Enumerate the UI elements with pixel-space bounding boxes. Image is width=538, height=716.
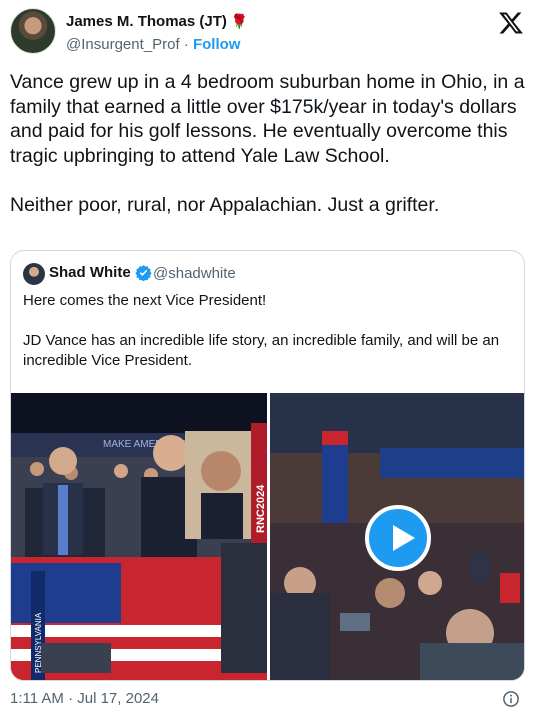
author-name[interactable]: James M. Thomas (JT) bbox=[66, 13, 227, 30]
quoted-tweet[interactable]: Shad White @shadwhite Here comes the nex… bbox=[10, 250, 525, 681]
tweet-timestamp[interactable]: 1:11 AM · Jul 17, 2024 bbox=[10, 690, 159, 707]
author-handle-row: @Insurgent_Prof · Follow bbox=[66, 36, 240, 53]
quoted-author-avatar[interactable] bbox=[23, 263, 45, 285]
author-name-row[interactable]: James M. Thomas (JT) 🌹 bbox=[66, 13, 248, 30]
tweet-text: Vance grew up in a 4 bedroom suburban ho… bbox=[10, 71, 525, 216]
separator-dot: · bbox=[183, 36, 189, 53]
rose-emoji: 🌹 bbox=[230, 13, 249, 29]
rnc-sign-text: RNC2024 bbox=[255, 484, 267, 533]
quoted-author-name[interactable]: Shad White bbox=[49, 264, 131, 281]
play-video-button[interactable] bbox=[365, 505, 431, 571]
author-handle[interactable]: @Insurgent_Prof bbox=[66, 36, 180, 53]
author-avatar[interactable] bbox=[10, 8, 56, 54]
follow-button[interactable]: Follow bbox=[193, 36, 241, 53]
x-logo-icon[interactable] bbox=[498, 10, 524, 36]
info-icon[interactable] bbox=[502, 690, 520, 708]
quoted-author-name-row[interactable]: Shad White bbox=[49, 264, 152, 281]
quoted-author-handle: @shadwhite bbox=[153, 265, 236, 282]
convention-photo[interactable]: MAKE AMERICA ONCE RNC2024 bbox=[11, 393, 267, 680]
media-grid: MAKE AMERICA ONCE RNC2024 bbox=[11, 393, 524, 680]
verified-badge-icon bbox=[135, 265, 152, 281]
arena-video[interactable]: SOUTH DAKOTA bbox=[270, 393, 524, 680]
quoted-tweet-text: Here comes the next Vice President! JD V… bbox=[23, 292, 500, 369]
convention-photo-art: MAKE AMERICA ONCE RNC2024 bbox=[11, 393, 267, 680]
tweet-header: James M. Thomas (JT) 🌹 @Insurgent_Prof ·… bbox=[10, 8, 528, 58]
